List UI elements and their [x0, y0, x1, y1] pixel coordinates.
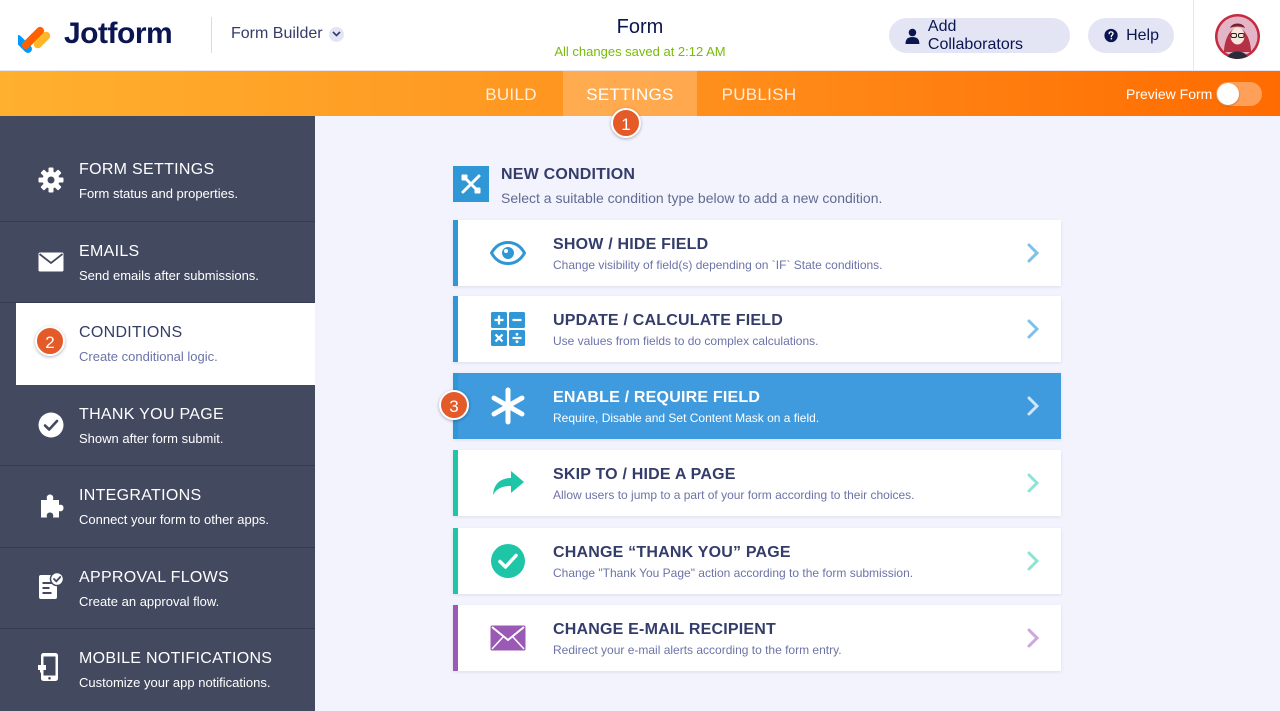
sidebar-item-subtitle: Customize your app notifications. [79, 675, 271, 690]
new-condition-title: NEW CONDITION [501, 166, 636, 183]
chevron-right-icon [1027, 319, 1040, 339]
card-accent-bar [453, 296, 458, 362]
brand-name[interactable]: Jotform [64, 17, 173, 51]
new-condition-subtitle: Select a suitable condition type below t… [501, 190, 883, 206]
main-navigation: BUILD SETTINGS PUBLISH Preview Form [0, 71, 1280, 116]
form-builder-label: Form Builder [231, 25, 323, 42]
condition-title: ENABLE / REQUIRE FIELD [553, 389, 761, 406]
preview-form-toggle[interactable] [1216, 82, 1262, 106]
skip-arrow-icon [487, 463, 529, 503]
help-button[interactable]: Help [1088, 18, 1174, 53]
form-builder-menu[interactable]: Form Builder [231, 25, 344, 43]
condition-subtitle: Redirect your e-mail alerts according to… [553, 643, 842, 657]
sidebar-item-subtitle: Create conditional logic. [79, 349, 218, 364]
user-avatar-icon [1217, 16, 1258, 59]
condition-title: CHANGE “THANK YOU” PAGE [553, 544, 791, 561]
chevron-right-icon [1027, 628, 1040, 648]
sidebar-item-title: MOBILE NOTIFICATIONS [79, 650, 273, 667]
preview-form-label: Preview Form [1126, 86, 1213, 102]
card-accent-bar [453, 528, 458, 594]
envelope-icon [37, 248, 65, 276]
chevron-down-icon [328, 26, 344, 42]
condition-title: UPDATE / CALCULATE FIELD [553, 312, 783, 329]
new-condition-icon [453, 166, 489, 202]
approval-icon [37, 572, 65, 600]
condition-enable-require-field[interactable]: ENABLE / REQUIRE FIELD Require, Disable … [453, 373, 1061, 439]
mobile-icon [37, 653, 65, 681]
condition-title: CHANGE E-MAIL RECIPIENT [553, 621, 776, 638]
sidebar-item-approval-flows[interactable]: APPROVAL FLOWS Create an approval flow. [0, 548, 315, 629]
sidebar-item-subtitle: Shown after form submit. [79, 431, 224, 446]
envelope-icon [487, 618, 529, 658]
sidebar-item-subtitle: Send emails after submissions. [79, 268, 259, 283]
condition-title: SHOW / HIDE FIELD [553, 236, 709, 253]
condition-skip-hide-page[interactable]: SKIP TO / HIDE A PAGE Allow users to jum… [453, 450, 1061, 516]
condition-subtitle: Require, Disable and Set Content Mask on… [553, 411, 820, 425]
step-badge-2: 2 [35, 326, 65, 356]
tab-publish[interactable]: PUBLISH [712, 71, 806, 116]
question-circle-icon [1104, 28, 1118, 43]
card-accent-bar [453, 605, 458, 671]
add-collaborators-button[interactable]: Add Collaborators [889, 18, 1070, 53]
condition-subtitle: Change visibility of field(s) depending … [553, 258, 883, 272]
eye-icon [487, 233, 529, 273]
sidebar-item-mobile-notifications[interactable]: MOBILE NOTIFICATIONS Customize your app … [0, 629, 315, 711]
condition-title: SKIP TO / HIDE A PAGE [553, 466, 736, 483]
calculator-icon [487, 309, 529, 349]
sidebar-item-emails[interactable]: EMAILS Send emails after submissions. [0, 222, 315, 303]
avatar[interactable] [1215, 14, 1260, 59]
sidebar-item-subtitle: Form status and properties. [79, 186, 238, 201]
gear-icon [37, 166, 65, 194]
card-accent-bar [453, 220, 458, 286]
condition-change-email-recipient[interactable]: CHANGE E-MAIL RECIPIENT Redirect your e-… [453, 605, 1061, 671]
tab-build[interactable]: BUILD [470, 71, 552, 116]
condition-subtitle: Allow users to jump to a part of your fo… [553, 488, 915, 502]
chevron-right-icon [1027, 551, 1040, 571]
top-bar: Jotform Form Builder Form All changes sa… [0, 0, 1280, 71]
asterisk-icon [487, 386, 529, 426]
condition-show-hide-field[interactable]: SHOW / HIDE FIELD Change visibility of f… [453, 220, 1061, 286]
header-divider [211, 17, 212, 53]
puzzle-icon [37, 492, 65, 520]
sidebar-item-title: INTEGRATIONS [79, 487, 202, 504]
user-icon [905, 28, 920, 44]
condition-subtitle: Use values from fields to do complex cal… [553, 334, 819, 348]
sidebar-item-title: APPROVAL FLOWS [79, 569, 230, 586]
jotform-logo-icon[interactable] [18, 19, 52, 53]
chevron-right-icon [1027, 243, 1040, 263]
condition-subtitle: Change "Thank You Page" action according… [553, 566, 914, 580]
add-collaborators-label: Add Collaborators [927, 17, 1024, 53]
step-badge-1: 1 [611, 108, 641, 138]
toggle-knob [1217, 83, 1239, 105]
sidebar-item-integrations[interactable]: INTEGRATIONS Connect your form to other … [0, 466, 315, 548]
check-circle-icon [487, 541, 529, 581]
header-vertical-divider [1193, 0, 1194, 71]
condition-update-calculate-field[interactable]: UPDATE / CALCULATE FIELD Use values from… [453, 296, 1061, 362]
sidebar-item-form-settings[interactable]: FORM SETTINGS Form status and properties… [0, 140, 315, 222]
check-circle-icon [37, 411, 65, 439]
sidebar-item-subtitle: Connect your form to other apps. [79, 512, 270, 527]
sidebar-item-title: THANK YOU PAGE [79, 406, 224, 423]
sidebar-item-title: EMAILS [79, 243, 140, 260]
sidebar-item-title: FORM SETTINGS [79, 161, 215, 178]
help-label: Help [1126, 26, 1159, 44]
chevron-right-icon [1027, 396, 1040, 416]
sidebar-item-subtitle: Create an approval flow. [79, 594, 220, 609]
settings-sidebar: FORM SETTINGS Form status and properties… [0, 116, 315, 711]
condition-change-thank-you-page[interactable]: CHANGE “THANK YOU” PAGE Change "Thank Yo… [453, 528, 1061, 594]
chevron-right-icon [1027, 473, 1040, 493]
save-status: All changes saved at 2:12 AM [554, 44, 726, 59]
sidebar-item-thank-you-page[interactable]: THANK YOU PAGE Shown after form submit. [0, 385, 315, 466]
card-accent-bar [453, 450, 458, 516]
sidebar-item-title: CONDITIONS [79, 324, 183, 341]
step-badge-3: 3 [439, 390, 469, 420]
